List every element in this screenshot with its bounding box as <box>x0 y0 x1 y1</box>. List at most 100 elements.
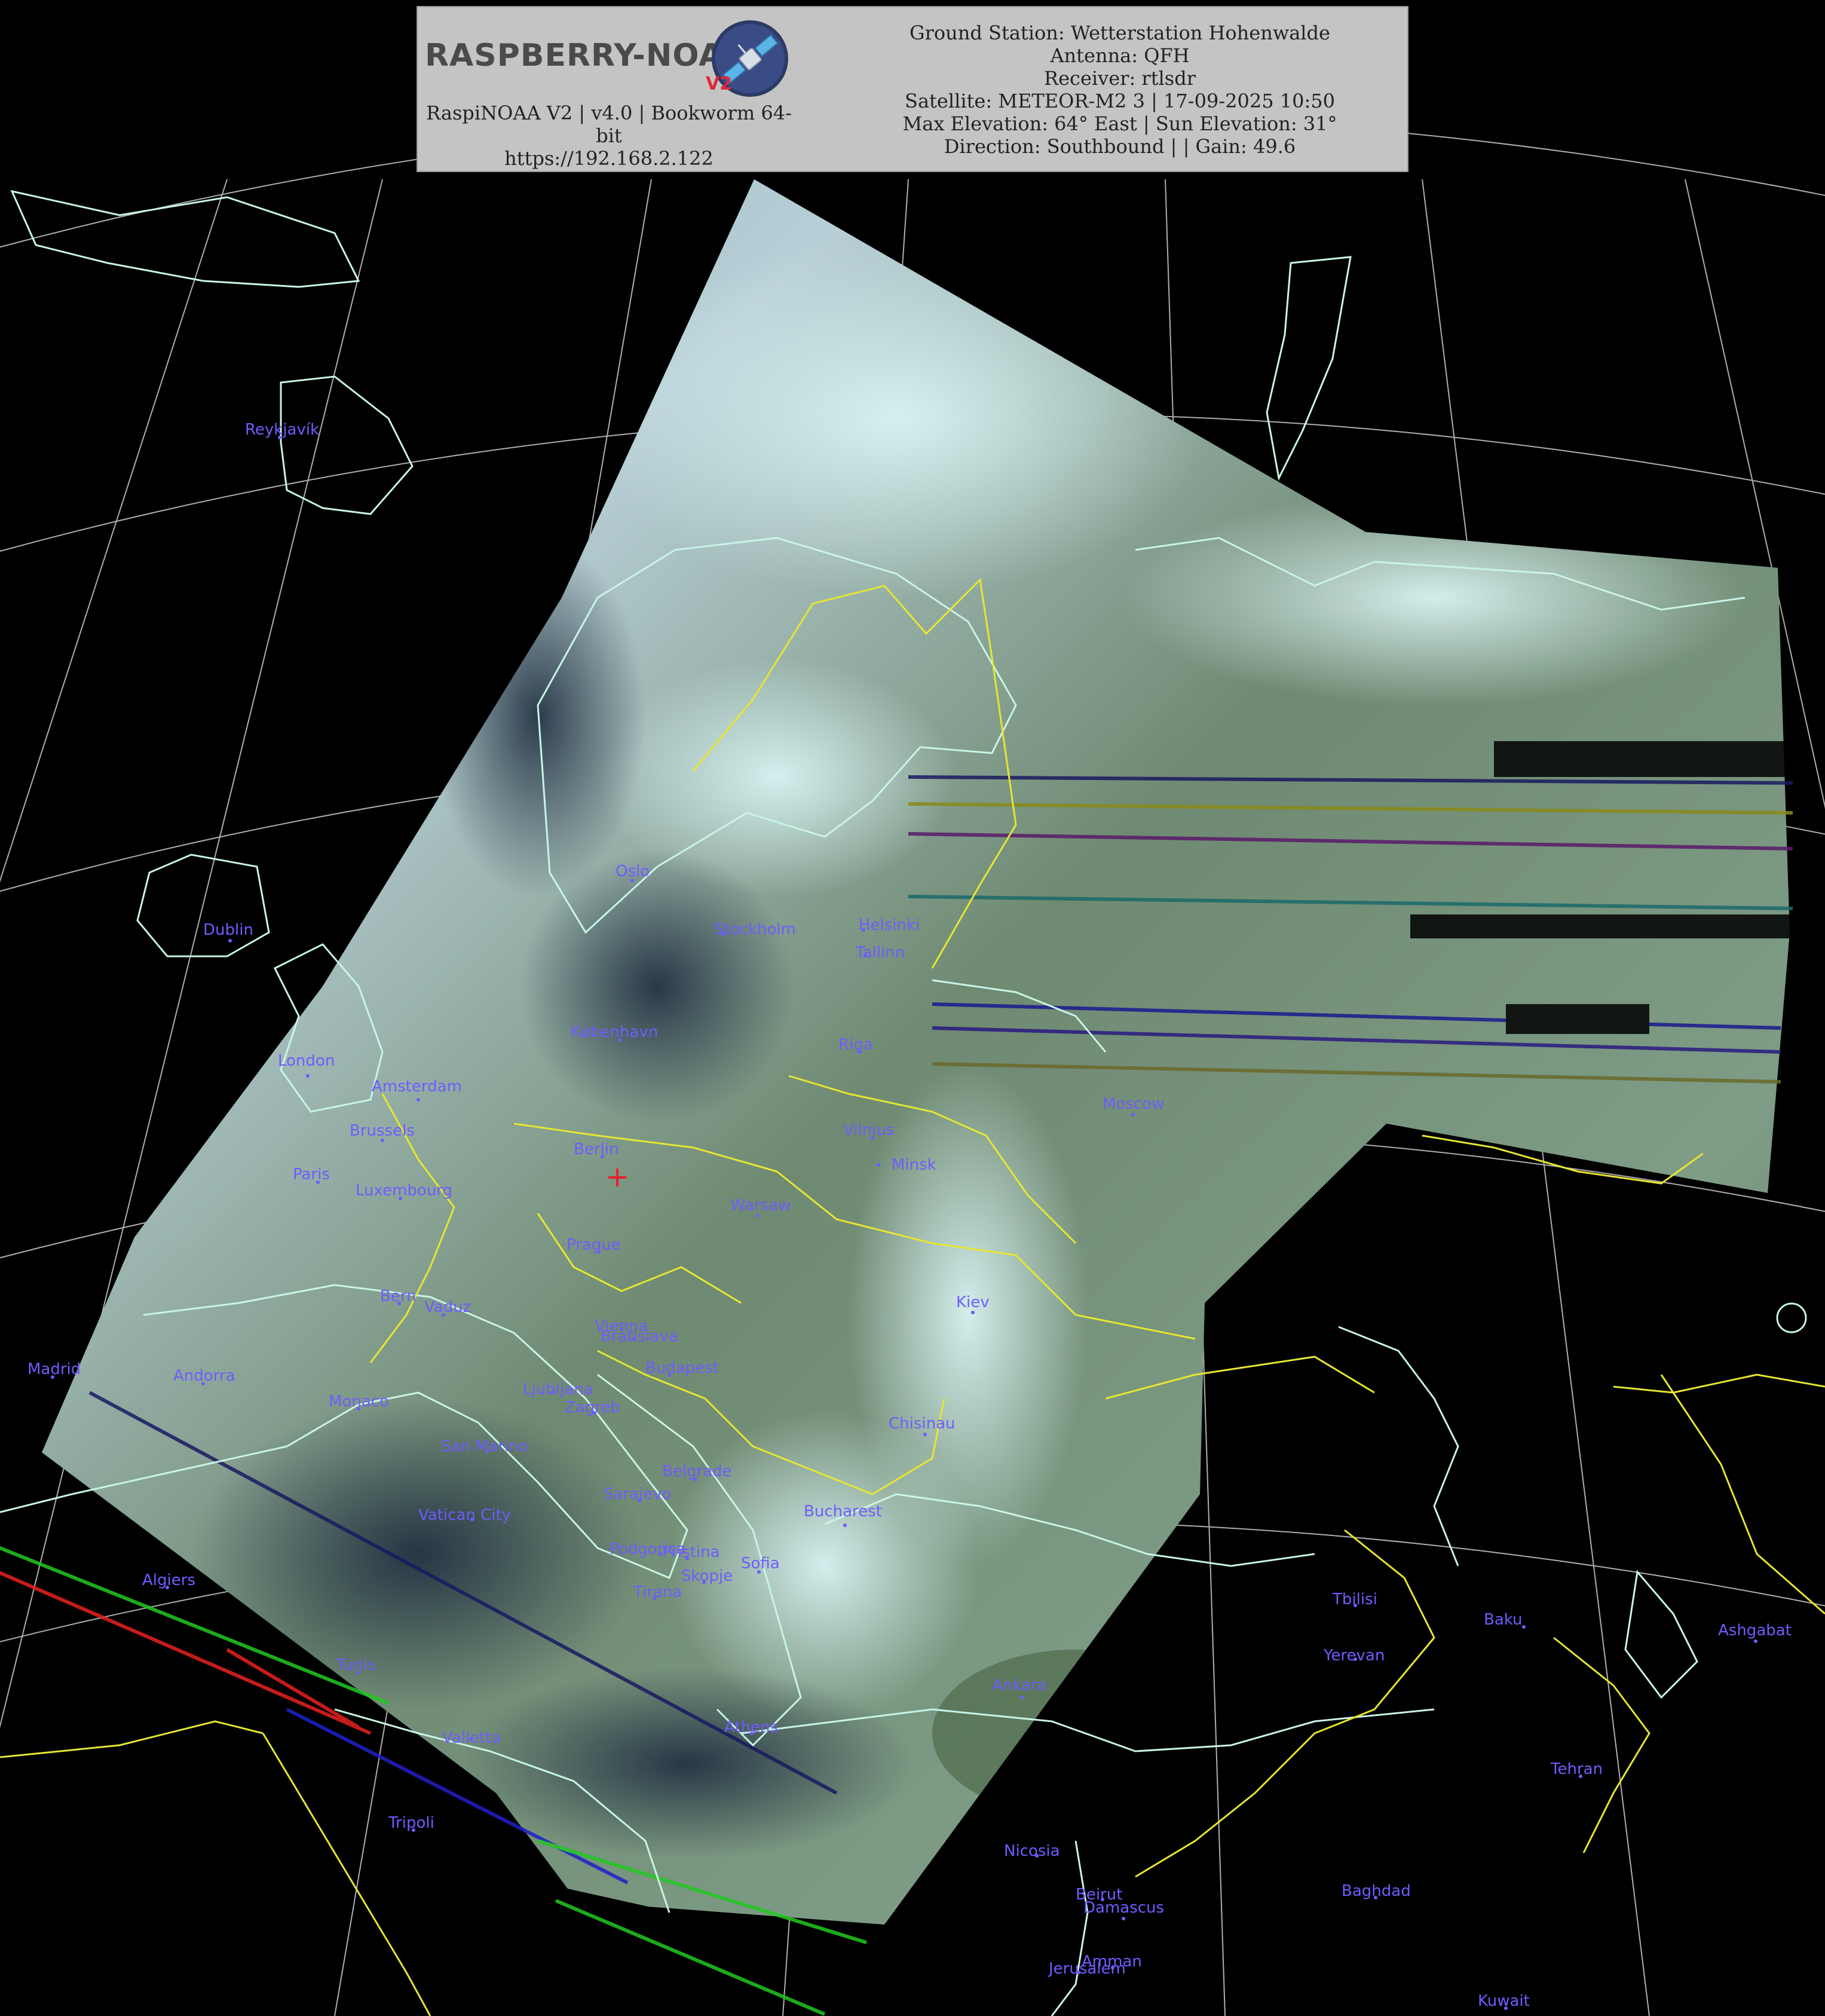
city-label: Paris <box>293 1165 330 1184</box>
city-label: Oslo <box>616 862 650 882</box>
city-label: Riga <box>838 1036 873 1054</box>
city-label: San Marino <box>441 1437 528 1455</box>
city-label: Vilnius <box>843 1121 894 1140</box>
svg-text:Damascus: Damascus <box>1083 1899 1164 1917</box>
svg-text:Pristina: Pristina <box>662 1543 720 1561</box>
city-label: Warsaw <box>730 1197 791 1217</box>
city-label: Athens <box>724 1718 778 1736</box>
svg-text:Andorra: Andorra <box>173 1367 235 1385</box>
svg-text:Chisinau: Chisinau <box>889 1415 956 1433</box>
svg-text:Ashgabat: Ashgabat <box>1718 1622 1792 1639</box>
svg-text:Brussels: Brussels <box>350 1122 415 1140</box>
logo-wordmark: RASPBERRY-NOAA <box>425 38 748 74</box>
city-label: Monaco <box>329 1393 389 1411</box>
city-label: Ashgabat <box>1718 1622 1792 1643</box>
svg-text:Minsk: Minsk <box>892 1156 936 1174</box>
city-label: Madrid <box>27 1360 81 1379</box>
map-canvas: Reykjavík Dublin London Amsterdam Brusse… <box>0 113 1825 2016</box>
city-label: Prague <box>567 1236 621 1254</box>
city-label: Jerusalem <box>1048 1960 1126 1978</box>
city-label: Zagreb <box>565 1399 620 1417</box>
city-label: Tehran <box>1550 1760 1603 1778</box>
city-label: Baghdad <box>1342 1882 1411 1900</box>
city-label: Vaduz <box>424 1298 471 1317</box>
elevation-info: Max Elevation: 64° East | Sun Elevation:… <box>902 112 1337 135</box>
city-label: Valletta <box>442 1729 501 1747</box>
svg-text:Warsaw: Warsaw <box>730 1197 791 1215</box>
svg-text:Vilnius: Vilnius <box>843 1121 894 1139</box>
svg-text:Sarajevo: Sarajevo <box>604 1485 672 1503</box>
system-line: RaspiNOAA V2 | v4.0 | Bookworm 64-bit <box>426 102 792 147</box>
svg-text:Baku: Baku <box>1484 1611 1523 1629</box>
pass-info-header: RASPBERRY-NOAA V2 RaspiNOAA V2 | v4.0 | … <box>417 6 1408 172</box>
station-meta: RaspiNOAA V2 | v4.0 | Bookworm 64-bit ht… <box>418 102 800 170</box>
pass-details: Ground Station: Wetterstation Hohenwalde… <box>836 22 1404 158</box>
satellite-image-viewer: Reykjavík Dublin London Amsterdam Brusse… <box>0 0 1825 2016</box>
svg-text:Berlin: Berlin <box>574 1140 618 1158</box>
city-label: Belgrade <box>662 1463 732 1481</box>
city-label: Tunis <box>336 1656 376 1674</box>
svg-text:Yerevan: Yerevan <box>1323 1647 1385 1665</box>
svg-text:Paris: Paris <box>293 1165 330 1183</box>
svg-text:Monaco: Monaco <box>329 1393 389 1411</box>
svg-text:London: London <box>278 1052 335 1070</box>
svg-text:Ljubljana: Ljubljana <box>523 1381 593 1399</box>
svg-text:Vatican City: Vatican City <box>418 1506 511 1524</box>
city-label: Sofia <box>741 1555 780 1574</box>
city-label: Bern <box>380 1287 417 1305</box>
city-label: Kuwait <box>1478 1992 1530 2010</box>
city-label: Skopje <box>681 1567 733 1585</box>
svg-text:Zagreb: Zagreb <box>565 1399 620 1417</box>
city-label: Budapest <box>645 1359 719 1377</box>
svg-text:Ankara: Ankara <box>992 1677 1046 1694</box>
city-label: Nicosia <box>1004 1842 1060 1860</box>
city-label: Reykjavík <box>245 421 319 439</box>
svg-text:Dublin: Dublin <box>203 921 253 939</box>
svg-text:Madrid: Madrid <box>27 1360 81 1378</box>
city-label: Algiers <box>142 1571 195 1589</box>
svg-text:Oslo: Oslo <box>616 862 650 880</box>
station-url: https://192.168.2.122 <box>504 147 714 170</box>
svg-text:Athens: Athens <box>724 1718 778 1736</box>
city-label: Tripoli <box>388 1814 434 1832</box>
svg-text:Tirana: Tirana <box>633 1583 682 1601</box>
city-label: Tbilisi <box>1332 1590 1377 1608</box>
city-label: Tallinn <box>855 944 905 962</box>
svg-text:Baghdad: Baghdad <box>1342 1882 1411 1900</box>
svg-text:Tunis: Tunis <box>336 1656 376 1674</box>
city-label: Pristina <box>662 1543 720 1561</box>
svg-text:Helsinki: Helsinki <box>859 916 920 934</box>
svg-text:Tallinn: Tallinn <box>855 944 905 962</box>
svg-text:Algiers: Algiers <box>142 1571 195 1589</box>
svg-text:Kuwait: Kuwait <box>1478 1992 1530 2010</box>
city-label: Andorra <box>173 1367 235 1385</box>
svg-text:Reykjavík: Reykjavík <box>245 421 319 439</box>
city-label: Helsinki <box>859 916 920 934</box>
city-label: Ljubljana <box>523 1381 593 1399</box>
city-label: Stockholm <box>714 920 796 938</box>
city-label: Bratislava <box>601 1327 678 1345</box>
antenna: Antenna: QFH <box>1050 44 1190 67</box>
city-label: Vatican City <box>418 1506 511 1524</box>
direction-gain: Direction: Southbound | | Gain: 49.6 <box>944 135 1296 158</box>
svg-text:Jerusalem: Jerusalem <box>1048 1960 1126 1978</box>
svg-text:Moscow: Moscow <box>1103 1095 1164 1113</box>
svg-text:Sofia: Sofia <box>741 1555 780 1573</box>
svg-text:Nicosia: Nicosia <box>1004 1842 1060 1860</box>
raspberry-noaa-logo: RASPBERRY-NOAA V2 <box>425 16 789 105</box>
svg-text:Riga: Riga <box>838 1036 873 1054</box>
city-label: Baku <box>1484 1611 1526 1629</box>
city-label: Luxembourg <box>356 1182 452 1200</box>
svg-text:Valletta: Valletta <box>442 1729 501 1747</box>
city-label: Dublin <box>203 921 253 943</box>
city-label: Damascus <box>1083 1899 1164 1920</box>
svg-text:San Marino: San Marino <box>441 1437 528 1455</box>
city-label: Kiev <box>956 1293 990 1314</box>
receiver: Receiver: rtlsdr <box>1044 67 1196 90</box>
city-label: København <box>571 1023 658 1042</box>
city-label: Sarajevo <box>604 1485 672 1503</box>
svg-text:Stockholm: Stockholm <box>714 920 796 938</box>
svg-text:Bratislava: Bratislava <box>601 1327 678 1345</box>
city-label: Yerevan <box>1323 1647 1385 1665</box>
svg-text:København: København <box>571 1023 658 1041</box>
